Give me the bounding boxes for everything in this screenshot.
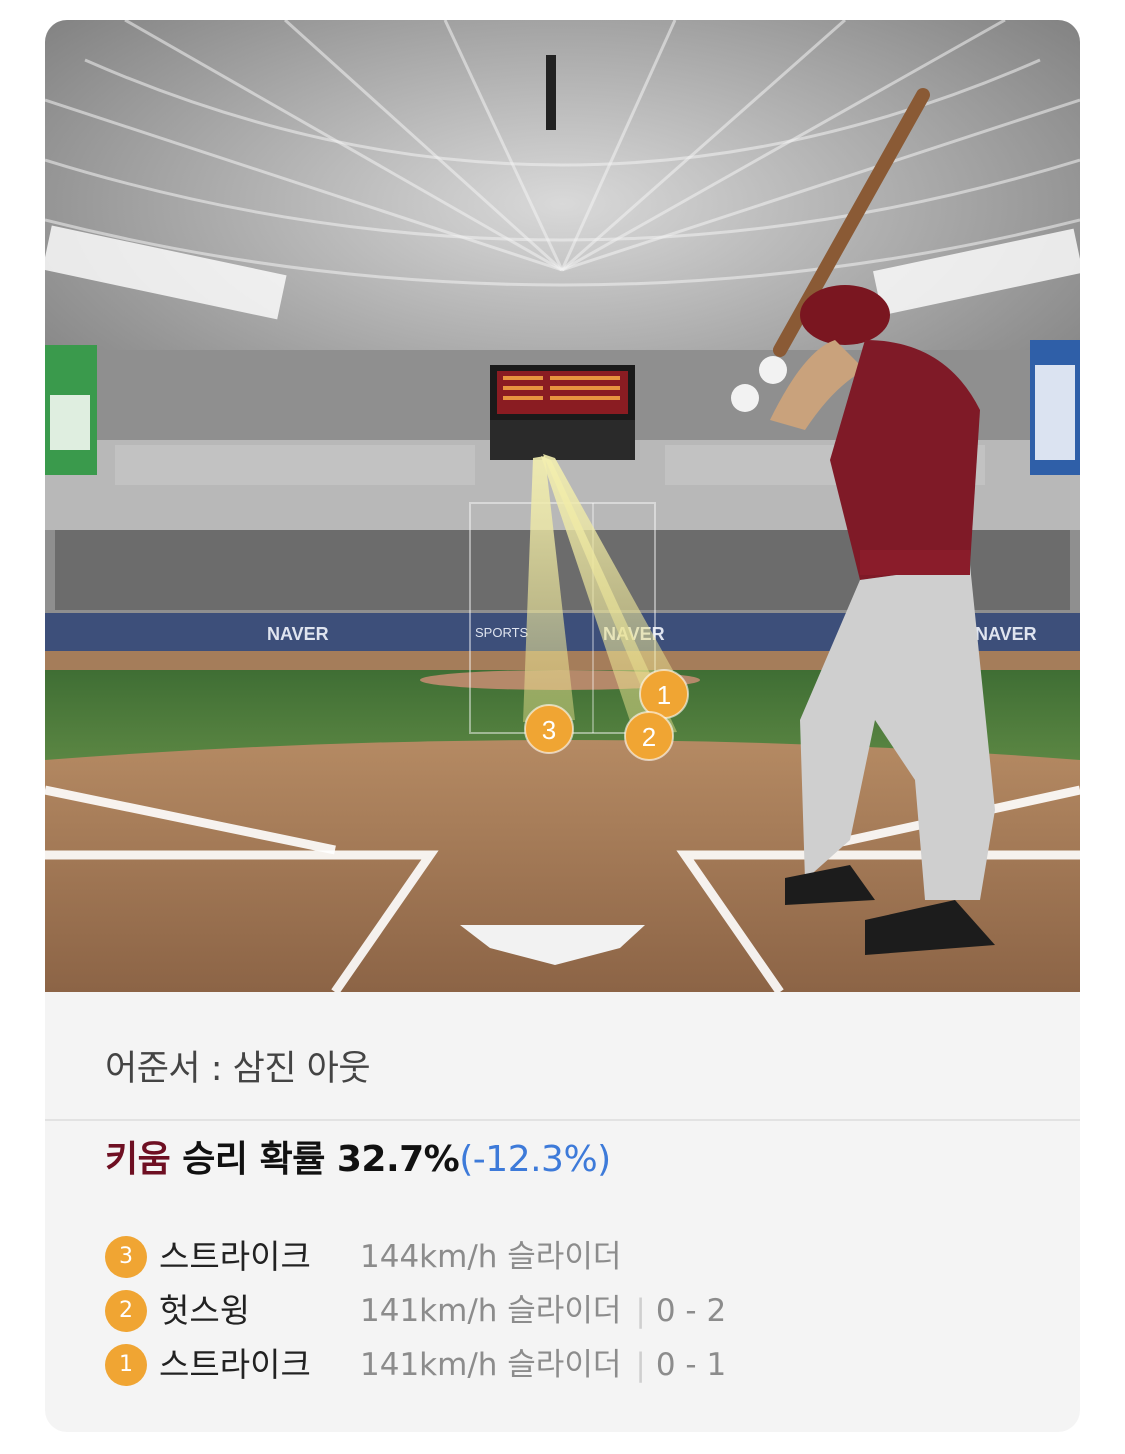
wall-sports-text: SPORTS bbox=[475, 625, 529, 640]
win-probability-label: 승리 확률 bbox=[182, 1139, 325, 1180]
svg-text:3: 3 bbox=[542, 715, 556, 745]
pitch-number-badge: 3 bbox=[105, 1236, 147, 1278]
pitch-row: 3 스트라이크 144km/h 슬라이더 bbox=[105, 1233, 805, 1287]
pitch-number-badge: 1 bbox=[105, 1344, 147, 1386]
team-name: 키움 bbox=[105, 1139, 171, 1180]
pitch-speed: 144km/h bbox=[360, 1239, 498, 1275]
win-probability-value: 32.7% bbox=[336, 1139, 460, 1180]
pitch-row: 1 스트라이크 141km/h 슬라이더 | 0 - 1 bbox=[105, 1341, 805, 1395]
pitch-type: 슬라이더 bbox=[507, 1347, 622, 1383]
win-probability: 키움 승리 확률 32.7%(-12.3%) bbox=[105, 1130, 611, 1182]
pitch-type: 슬라이더 bbox=[507, 1239, 622, 1275]
pitch-list: 3 스트라이크 144km/h 슬라이더 2 헛스윙 141km/h 슬라이더 |… bbox=[105, 1233, 805, 1395]
play-result-text: 어준서 : 삼진 아웃 bbox=[105, 1049, 371, 1089]
pitch-speed: 141km/h bbox=[360, 1293, 498, 1329]
pitch-result: 스트라이크 bbox=[159, 1237, 311, 1276]
svg-text:2: 2 bbox=[642, 722, 656, 752]
pitch-result-card: NAVER NAVER NAVER SPORTS 1 2 bbox=[45, 20, 1080, 1432]
pitch-count: 0 - 2 bbox=[655, 1293, 727, 1329]
pitch-info: 144km/h 슬라이더 bbox=[360, 1233, 621, 1281]
pitch-row: 2 헛스윙 141km/h 슬라이더 | 0 - 2 bbox=[105, 1287, 805, 1341]
play-result-row: 어준서 : 삼진 아웃 bbox=[45, 992, 1080, 1121]
pitch-info: 141km/h 슬라이더 | 0 - 2 bbox=[360, 1287, 726, 1335]
pitch-marker-3: 3 bbox=[524, 704, 574, 754]
svg-text:1: 1 bbox=[657, 680, 671, 710]
wall-brand-text: NAVER bbox=[975, 624, 1037, 644]
pitch-result: 헛스윙 bbox=[159, 1291, 251, 1330]
pitch-marker-2: 2 bbox=[624, 711, 674, 761]
pitch-result: 스트라이크 bbox=[159, 1345, 311, 1384]
pitch-info: 141km/h 슬라이더 | 0 - 1 bbox=[360, 1341, 726, 1389]
wall-brand-text: NAVER bbox=[267, 624, 329, 644]
pitch-count: 0 - 1 bbox=[655, 1347, 727, 1383]
pitch-type: 슬라이더 bbox=[507, 1293, 622, 1329]
pitch-speed: 141km/h bbox=[360, 1347, 498, 1383]
divider: | bbox=[635, 1293, 646, 1329]
pitch-number-badge: 2 bbox=[105, 1290, 147, 1332]
pitch-marker-1: 1 bbox=[639, 669, 689, 719]
win-probability-delta: (-12.3%) bbox=[459, 1139, 611, 1180]
stadium-scene: NAVER NAVER NAVER SPORTS 1 2 bbox=[45, 20, 1080, 992]
divider: | bbox=[635, 1347, 646, 1383]
